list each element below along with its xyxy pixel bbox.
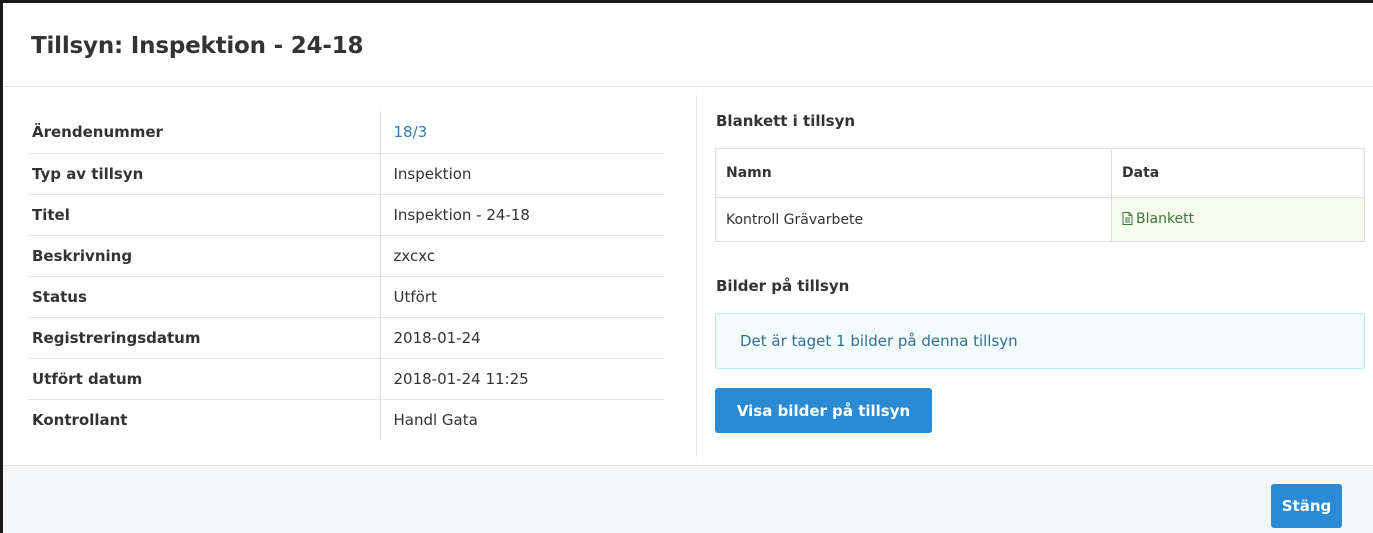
detail-label: Kontrollant: [28, 398, 380, 440]
detail-label: Utfört datum: [28, 357, 380, 399]
detail-value: zxcxc: [379, 234, 664, 276]
detail-value: Handl Gata: [379, 398, 664, 440]
details-table: Ärendenummer 18/3 Typ av tillsyn Inspekt…: [28, 111, 664, 440]
images-heading: Bilder på tillsyn: [716, 277, 850, 295]
form-name-cell: Kontroll Grävarbete: [715, 197, 1112, 242]
detail-row-beskrivning: Beskrivning zxcxc: [28, 234, 664, 276]
detail-value: 2018-01-24: [379, 316, 664, 358]
column-header-name: Namn: [715, 148, 1112, 198]
detail-label: Registreringsdatum: [28, 316, 380, 358]
forms-table-header: Namn Data: [715, 148, 1365, 198]
detail-row-status: Status Utfört: [28, 275, 664, 317]
detail-value: Inspektion - 24-18: [379, 193, 664, 235]
document-icon: [1122, 211, 1133, 229]
detail-row-arendenummer: Ärendenummer 18/3: [28, 111, 664, 153]
case-number-link[interactable]: 18/3: [394, 123, 428, 141]
detail-label: Titel: [28, 193, 380, 235]
form-link[interactable]: Blankett: [1136, 211, 1194, 227]
detail-label: Status: [28, 275, 380, 317]
detail-label: Ärendenummer: [32, 122, 163, 141]
form-data-cell: Blankett: [1111, 197, 1365, 242]
detail-row-kontrollant: Kontrollant Handl Gata: [28, 398, 664, 440]
images-info-alert: Det är taget 1 bilder på denna tillsyn: [715, 313, 1365, 369]
detail-row-registreringsdatum: Registreringsdatum 2018-01-24: [28, 316, 664, 358]
modal-header: Tillsyn: Inspektion - 24-18: [3, 3, 1373, 87]
detail-value: 2018-01-24 11:25: [379, 357, 664, 399]
detail-value: Utfört: [379, 275, 664, 317]
panel-divider: [696, 95, 697, 457]
detail-row-typ: Typ av tillsyn Inspektion: [28, 152, 664, 194]
close-button[interactable]: Stäng: [1271, 484, 1342, 528]
modal-footer: Stäng: [3, 465, 1373, 533]
detail-value: Inspektion: [379, 152, 664, 194]
inspection-modal: Tillsyn: Inspektion - 24-18 Ärendenummer…: [0, 0, 1373, 533]
forms-heading: Blankett i tillsyn: [716, 112, 856, 130]
table-row: Kontroll Grävarbete Blankett: [715, 197, 1365, 242]
show-images-button[interactable]: Visa bilder på tillsyn: [715, 388, 932, 433]
detail-row-utfort-datum: Utfört datum 2018-01-24 11:25: [28, 357, 664, 399]
detail-value: 18/3: [379, 111, 664, 153]
detail-row-titel: Titel Inspektion - 24-18: [28, 193, 664, 235]
modal-body: Ärendenummer 18/3 Typ av tillsyn Inspekt…: [3, 87, 1373, 465]
details-panel: Ärendenummer 18/3 Typ av tillsyn Inspekt…: [3, 87, 697, 465]
forms-table: Namn Data Kontroll Grävarbete Blankett: [715, 148, 1365, 242]
modal-title: Tillsyn: Inspektion - 24-18: [31, 33, 364, 59]
column-header-data: Data: [1111, 148, 1365, 198]
detail-label: Typ av tillsyn: [28, 152, 380, 194]
detail-label: Beskrivning: [28, 234, 380, 276]
